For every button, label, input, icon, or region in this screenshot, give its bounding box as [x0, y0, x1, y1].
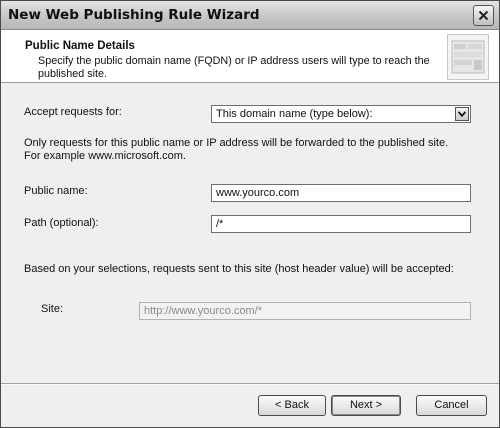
- wizard-graphic-icon: [447, 34, 489, 80]
- page-title: Public Name Details: [25, 40, 135, 52]
- close-icon: [478, 10, 489, 21]
- title-bar: New Web Publishing Rule Wizard: [1, 1, 499, 30]
- path-input[interactable]: /*: [211, 215, 471, 233]
- window-title: New Web Publishing Rule Wizard: [8, 7, 260, 23]
- wizard-header: Public Name Details Specify the public d…: [1, 30, 499, 83]
- accept-requests-value: This domain name (type below):: [216, 108, 373, 120]
- next-button[interactable]: Next >: [331, 395, 401, 416]
- selection-text: Based on your selections, requests sent …: [24, 263, 454, 275]
- wizard-window: New Web Publishing Rule Wizard Public Na…: [0, 0, 500, 428]
- path-label: Path (optional):: [24, 217, 99, 229]
- info-text: Only requests for this public name or IP…: [24, 137, 449, 162]
- public-name-input[interactable]: www.yourco.com: [211, 184, 471, 202]
- public-name-label: Public name:: [24, 185, 88, 197]
- close-button[interactable]: [473, 5, 494, 26]
- wizard-body: Accept requests for: This domain name (t…: [1, 83, 499, 383]
- site-field: http://www.yourco.com/*: [139, 302, 471, 320]
- accept-requests-select[interactable]: This domain name (type below):: [211, 105, 471, 123]
- back-button[interactable]: < Back: [258, 395, 326, 416]
- chevron-down-icon: [458, 111, 466, 117]
- footer-divider: [1, 383, 499, 385]
- site-label: Site:: [41, 303, 64, 315]
- page-description: Specify the public domain name (FQDN) or…: [38, 55, 430, 80]
- cancel-button[interactable]: Cancel: [416, 395, 487, 416]
- accept-requests-label: Accept requests for:: [24, 106, 122, 118]
- dropdown-button[interactable]: [455, 107, 469, 121]
